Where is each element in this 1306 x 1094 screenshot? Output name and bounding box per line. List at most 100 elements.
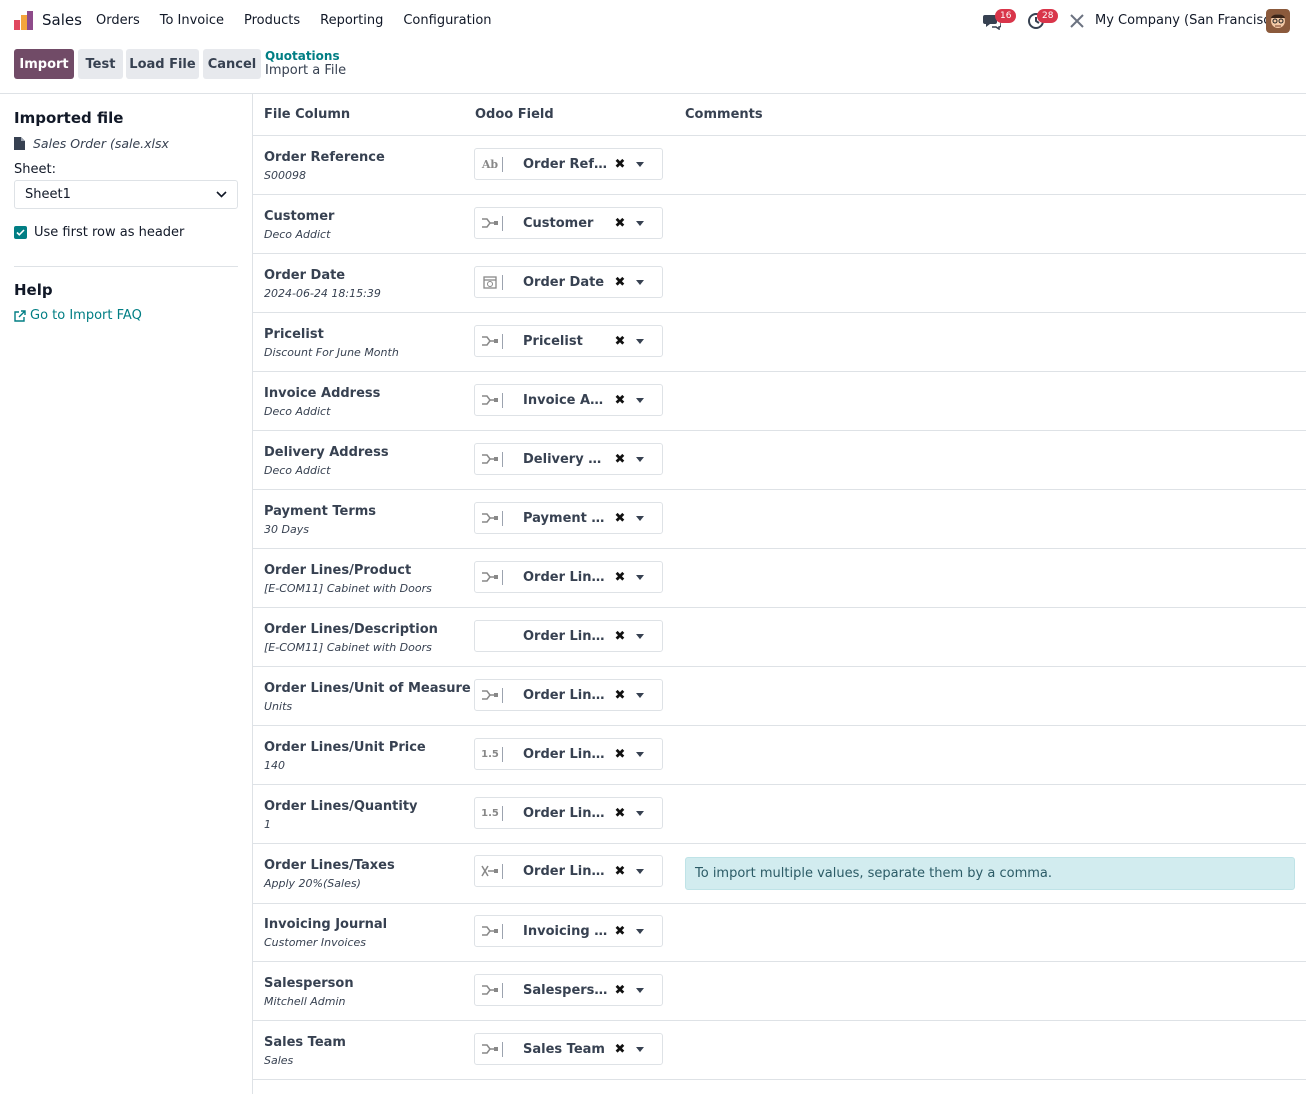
odoo-field-select[interactable]: Order Date ✖ [474,266,663,298]
caret-down-icon[interactable] [636,634,644,639]
relation-icon [481,570,499,584]
clear-field-icon[interactable]: ✖ [614,1041,626,1057]
caret-down-icon[interactable] [636,221,644,226]
clear-field-icon[interactable]: ✖ [614,746,626,762]
file-column-name: Invoicing Journal [264,917,388,932]
field-type-separator [502,1042,503,1057]
odoo-field-select[interactable]: Delivery Address ✖ [474,443,663,475]
clear-field-icon[interactable]: ✖ [614,156,626,172]
file-column-sample: Customer Invoices [264,936,366,949]
odoo-field-select[interactable]: 1.5 Order Lines / Unit Price ✖ [474,738,663,770]
user-avatar[interactable] [1266,9,1290,33]
file-column-sample: Discount For June Month [264,346,399,359]
odoo-field-select[interactable]: Invoice Address ✖ [474,384,663,416]
clear-field-icon[interactable]: ✖ [614,569,626,585]
clear-field-icon[interactable]: ✖ [614,333,626,349]
odoo-field-select[interactable]: Customer ✖ [474,207,663,239]
clear-field-icon[interactable]: ✖ [614,805,626,821]
clear-field-icon[interactable]: ✖ [614,982,626,998]
odoo-field-value: Order Lines / Unit of Measure [523,688,609,703]
caret-down-icon[interactable] [636,280,644,285]
menu-to-invoice[interactable]: To Invoice [160,13,224,28]
file-column-name: Order Lines/Unit Price [264,740,426,755]
odoo-field-select[interactable]: Invoicing Journal ✖ [474,915,663,947]
file-column-sample: 140 [264,759,285,772]
caret-down-icon[interactable] [636,929,644,934]
header-row-option: Use first row as header [14,225,184,240]
menu-configuration[interactable]: Configuration [403,13,491,28]
file-column-name: Salesperson [264,976,354,991]
caret-down-icon[interactable] [636,162,644,167]
import-faq-label[interactable]: Go to Import FAQ [30,308,142,323]
header-row-checkbox-label[interactable]: Use first row as header [34,225,184,240]
clear-field-icon[interactable]: ✖ [614,923,626,939]
file-column-sample: Units [264,700,293,713]
odoo-field-select[interactable]: Sales Team ✖ [474,1033,663,1065]
odoo-field-select[interactable]: Order Lines / Description ✖ [474,620,663,652]
table-row: Order Lines/Unit of Measure Units Order Li… [253,667,1306,726]
menu-reporting[interactable]: Reporting [320,13,383,28]
clear-field-icon[interactable]: ✖ [614,392,626,408]
file-column-name: Order Lines/Quantity [264,799,418,814]
clear-field-icon[interactable]: ✖ [614,628,626,644]
caret-down-icon[interactable] [636,398,644,403]
odoo-field-select[interactable]: Order Lines / Unit of Measure ✖ [474,679,663,711]
file-icon [14,137,25,150]
cancel-button[interactable]: Cancel [203,49,261,79]
caret-down-icon[interactable] [636,1047,644,1052]
field-type-separator [502,511,503,526]
header-odoo-field: Odoo Field [475,107,554,122]
odoo-field-select[interactable]: Pricelist ✖ [474,325,663,357]
breadcrumb-quotations[interactable]: Quotations [265,49,340,63]
file-column-name: Order Lines/Product [264,563,412,578]
relation-icon [481,688,499,702]
caret-down-icon[interactable] [636,811,644,816]
odoo-field-select[interactable]: 1.5 Order Lines / Quantity ✖ [474,797,663,829]
table-row: Pricelist Discount For June Month Pricelis… [253,313,1306,372]
odoo-field-select[interactable]: Salesperson ✖ [474,974,663,1006]
odoo-field-value: Order Reference [523,157,609,172]
caret-down-icon[interactable] [636,752,644,757]
clear-field-icon[interactable]: ✖ [614,215,626,231]
odoo-field-select[interactable]: Payment Terms ✖ [474,502,663,534]
caret-down-icon[interactable] [636,693,644,698]
caret-down-icon[interactable] [636,457,644,462]
odoo-field-value: Order Lines / Product [523,570,609,585]
load-file-button[interactable]: Load File [126,49,199,79]
field-type-separator [502,983,503,998]
file-column-sample: 1 [264,818,271,831]
sales-app-icon[interactable] [14,11,34,30]
debug-tools-icon[interactable] [1068,12,1086,30]
odoo-field-value: Order Lines / Taxes [523,864,609,879]
file-column-sample: Sales [264,1054,294,1067]
caret-down-icon[interactable] [636,339,644,344]
odoo-field-select[interactable]: Order Lines / Product ✖ [474,561,663,593]
clear-field-icon[interactable]: ✖ [614,687,626,703]
field-type-separator [502,747,503,762]
caret-down-icon[interactable] [636,575,644,580]
clear-field-icon[interactable]: ✖ [614,863,626,879]
app-name[interactable]: Sales [42,11,82,29]
sheet-select-value: Sheet1 [25,187,71,202]
test-button[interactable]: Test [78,49,123,79]
field-type-separator [502,864,503,879]
odoo-field-value: Delivery Address [523,452,609,467]
clear-field-icon[interactable]: ✖ [614,451,626,467]
menu-orders[interactable]: Orders [96,13,140,28]
caret-down-icon[interactable] [636,516,644,521]
odoo-field-select[interactable]: Order Lines / Taxes ✖ [474,855,663,887]
sheet-select[interactable]: Sheet1 [14,180,238,209]
clear-field-icon[interactable]: ✖ [614,510,626,526]
header-row-checkbox[interactable] [14,226,27,239]
menu-products[interactable]: Products [244,13,300,28]
import-button[interactable]: Import [14,49,74,79]
import-faq-link[interactable]: Go to Import FAQ [14,308,142,323]
file-column-name: Delivery Address [264,445,389,460]
odoo-field-select[interactable]: Ab Order Reference ✖ [474,148,663,180]
file-column-sample: 2024-06-24 18:15:39 [264,287,381,300]
field-type-separator [502,688,503,703]
caret-down-icon[interactable] [636,869,644,874]
company-switcher[interactable]: My Company (San Francisco) [1095,13,1283,28]
caret-down-icon[interactable] [636,988,644,993]
clear-field-icon[interactable]: ✖ [614,274,626,290]
